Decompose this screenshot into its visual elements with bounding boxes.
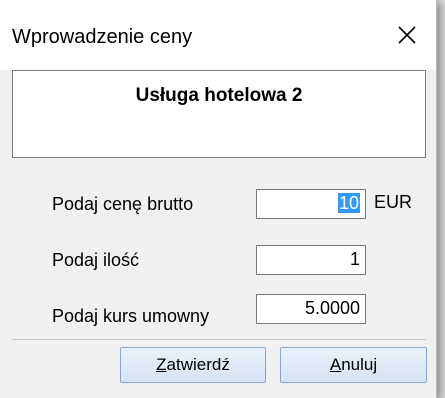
window-title: Wprowadzenie ceny: [12, 26, 193, 48]
rate-input[interactable]: 5.0000: [256, 294, 366, 324]
price-input[interactable]: 10: [256, 189, 366, 219]
confirm-button[interactable]: Zatwierdź: [120, 347, 266, 383]
button-separator: [12, 339, 426, 340]
confirm-mnemonic: Z: [156, 355, 167, 374]
price-label: Podaj cenę brutto: [52, 194, 194, 214]
cancel-label: nuluj: [341, 355, 378, 374]
quantity-input[interactable]: 1: [256, 245, 366, 275]
price-value: 10: [337, 193, 360, 213]
confirm-label: atwierdź: [166, 355, 230, 374]
title-bar[interactable]: Wprowadzenie ceny: [0, 0, 436, 70]
cancel-button[interactable]: Anuluj: [280, 347, 427, 383]
quantity-label: Podaj ilość: [52, 250, 140, 270]
cancel-mnemonic: A: [329, 355, 342, 374]
rate-label: Podaj kurs umowny: [52, 306, 210, 326]
item-name-panel: Usługa hotelowa 2: [12, 70, 426, 158]
currency-label: EUR: [374, 192, 413, 212]
price-entry-dialog: Wprowadzenie ceny Usługa hotelowa 2 Poda…: [0, 0, 437, 398]
close-icon[interactable]: [392, 20, 422, 50]
item-name: Usługa hotelowa 2: [135, 85, 303, 106]
